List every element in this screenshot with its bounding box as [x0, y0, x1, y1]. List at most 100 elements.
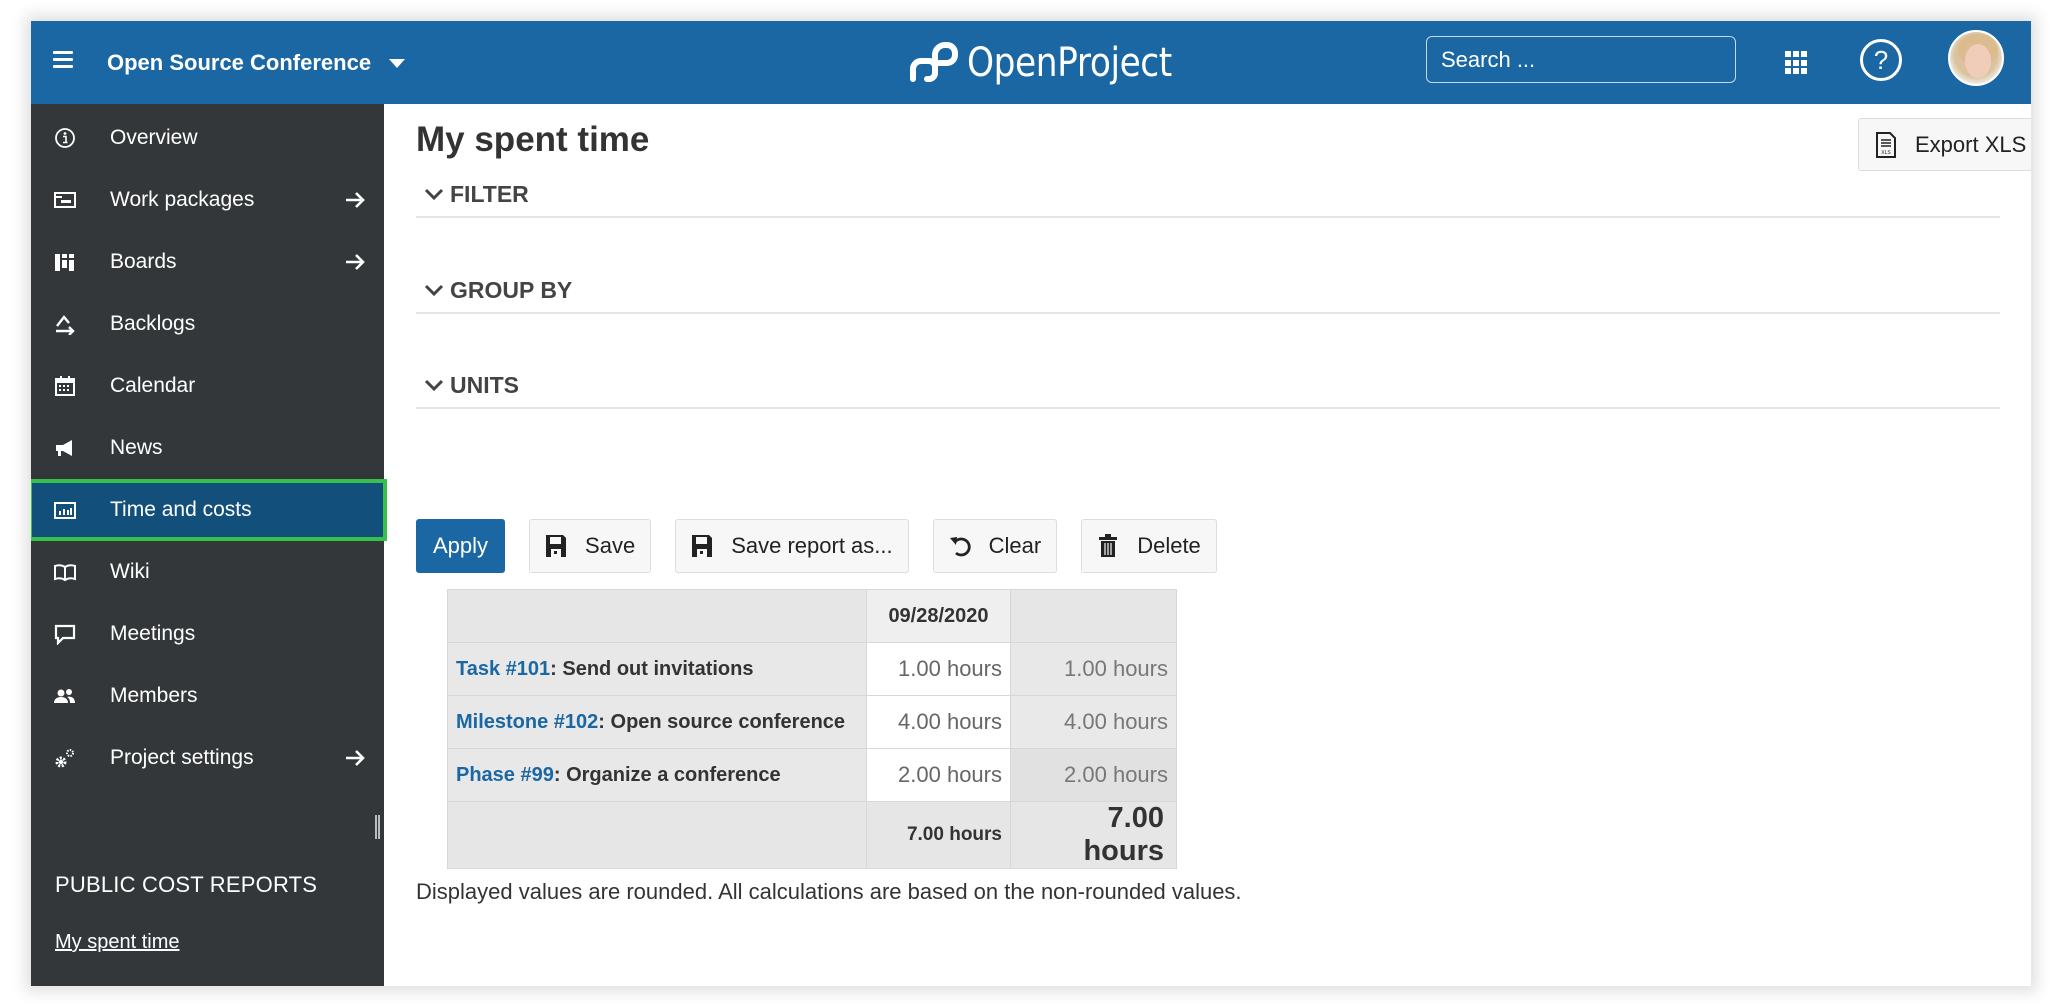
table-row: Phase #99: Organize a conference 2.00 ho… — [447, 748, 1177, 802]
save-report-as-label: Save report as... — [731, 533, 893, 558]
work-package-title: : Send out invitations — [550, 657, 754, 680]
units-section-toggle[interactable]: UNITS — [416, 363, 2000, 409]
app-window: Open Source Conference OpenProject ? — [31, 21, 2031, 986]
sidebar-resize-handle[interactable] — [375, 815, 380, 839]
project-sidebar: Overview Work packages Boards Backlogs C… — [31, 104, 387, 986]
floppy-disk-icon — [692, 535, 713, 557]
delete-label: Delete — [1137, 533, 1201, 558]
calendar-icon — [53, 374, 77, 398]
sidebar-item-label: Overview — [110, 126, 198, 149]
grand-total: 7.00 hours — [1010, 801, 1177, 869]
user-avatar[interactable] — [1948, 30, 2004, 86]
caret-down-icon — [389, 58, 406, 68]
table-header-row: 09/28/2020 — [447, 589, 1177, 643]
sidebar-item-project-settings[interactable]: Project settings — [31, 727, 384, 789]
totals-label-cell — [447, 801, 867, 869]
row-total: 4.00 hours — [1010, 695, 1177, 749]
cell-value[interactable]: 1.00 hours — [866, 642, 1011, 696]
help-icon[interactable]: ? — [1860, 39, 1902, 81]
logo-text: OpenProject — [967, 40, 1172, 86]
sidebar-item-work-packages[interactable]: Work packages — [31, 169, 384, 231]
sidebar-item-meetings[interactable]: Meetings — [31, 603, 384, 665]
work-package-link[interactable]: Task #101 — [456, 658, 550, 680]
table-row: Milestone #102: Open source conference 4… — [447, 695, 1177, 749]
save-report-as-button[interactable]: Save report as... — [675, 519, 909, 573]
sidebar-item-label: Meetings — [110, 622, 196, 645]
arrow-right-icon[interactable] — [344, 251, 366, 273]
cell-value[interactable]: 2.00 hours — [866, 748, 1011, 802]
filter-section-toggle[interactable]: FILTER — [416, 172, 2000, 218]
totals-row: 7.00 hours 7.00 hours — [447, 801, 1177, 869]
sidebar-item-backlogs[interactable]: Backlogs — [31, 293, 384, 355]
group-by-section-toggle[interactable]: GROUP BY — [416, 268, 2000, 314]
backlogs-icon — [53, 312, 77, 336]
column-total: 7.00 hours — [866, 801, 1011, 869]
settings-gears-icon — [53, 746, 77, 770]
work-package-link[interactable]: Phase #99 — [456, 764, 554, 786]
delete-button[interactable]: Delete — [1081, 519, 1217, 573]
row-total: 1.00 hours — [1010, 642, 1177, 696]
save-button[interactable]: Save — [529, 519, 652, 573]
floppy-disk-icon — [546, 535, 567, 557]
chevron-down-icon — [424, 379, 444, 392]
clear-label: Clear — [988, 533, 1042, 558]
filter-section-title: FILTER — [450, 180, 529, 207]
public-cost-reports-heading: PUBLIC COST REPORTS — [55, 872, 318, 897]
export-xls-button[interactable]: XLS Export XLS — [1858, 118, 2031, 171]
table-row: Task #101: Send out invitations 1.00 hou… — [447, 642, 1177, 696]
date-column-header: 09/28/2020 — [866, 589, 1011, 643]
cost-reports-icon — [53, 498, 77, 522]
rounding-footnote: Displayed values are rounded. All calcul… — [416, 879, 1242, 904]
top-header: Open Source Conference OpenProject ? — [31, 21, 2031, 104]
row-label-header — [447, 589, 867, 643]
openproject-logo-icon — [910, 42, 958, 82]
sidebar-item-calendar[interactable]: Calendar — [31, 355, 384, 417]
sidebar-item-label: Boards — [110, 250, 177, 273]
chevron-down-icon — [424, 284, 444, 297]
total-column-header — [1010, 589, 1177, 643]
sidebar-item-label: Members — [110, 684, 198, 707]
my-spent-time-link[interactable]: My spent time — [55, 931, 179, 954]
cost-report-table: 09/28/2020 Task #101: Send out invitatio… — [447, 589, 1177, 869]
save-label: Save — [585, 533, 636, 558]
svg-text:XLS: XLS — [1881, 150, 1891, 156]
sidebar-item-overview[interactable]: Overview — [31, 107, 384, 169]
sidebar-item-members[interactable]: Members — [31, 665, 384, 727]
page-title: My spent time — [416, 120, 650, 159]
sidebar-item-time-and-costs[interactable]: Time and costs — [31, 479, 387, 541]
megaphone-icon — [53, 436, 77, 460]
search-input[interactable] — [1441, 46, 1729, 73]
clear-button[interactable]: Clear — [932, 519, 1058, 573]
apply-button[interactable]: Apply — [416, 519, 506, 573]
menu-toggle-icon[interactable] — [53, 51, 73, 69]
undo-icon — [949, 537, 971, 557]
modules-grid-icon[interactable] — [1785, 51, 1809, 75]
units-section-title: UNITS — [450, 371, 519, 398]
info-icon — [53, 126, 77, 150]
work-package-title: : Open source conference — [598, 710, 846, 733]
work-package-link[interactable]: Milestone #102 — [456, 711, 598, 733]
main-content: My spent time XLS Export XLS FILTER GROU… — [384, 104, 2031, 986]
sidebar-item-label: Time and costs — [110, 498, 252, 521]
book-icon — [53, 560, 77, 584]
sidebar-item-label: Work packages — [110, 188, 255, 211]
sidebar-item-boards[interactable]: Boards — [31, 231, 384, 293]
sidebar-item-label: Backlogs — [110, 312, 196, 335]
group-by-section-title: GROUP BY — [450, 276, 573, 303]
row-total: 2.00 hours — [1010, 748, 1177, 802]
arrow-right-icon[interactable] — [344, 189, 366, 211]
sidebar-item-news[interactable]: News — [31, 417, 384, 479]
row-label: Phase #99: Organize a conference — [447, 748, 867, 802]
speech-bubble-icon — [53, 622, 77, 646]
trash-icon — [1099, 534, 1118, 557]
sidebar-item-label: Calendar — [110, 374, 196, 397]
arrow-right-icon[interactable] — [344, 747, 366, 769]
project-selector[interactable]: Open Source Conference — [107, 43, 406, 83]
search-field[interactable] — [1426, 36, 1736, 83]
sidebar-item-label: Project settings — [110, 746, 254, 769]
row-label: Milestone #102: Open source conference — [447, 695, 867, 749]
group-icon — [53, 684, 77, 708]
openproject-logo[interactable]: OpenProject — [907, 33, 1205, 93]
sidebar-item-wiki[interactable]: Wiki — [31, 541, 384, 603]
cell-value[interactable]: 4.00 hours — [866, 695, 1011, 749]
